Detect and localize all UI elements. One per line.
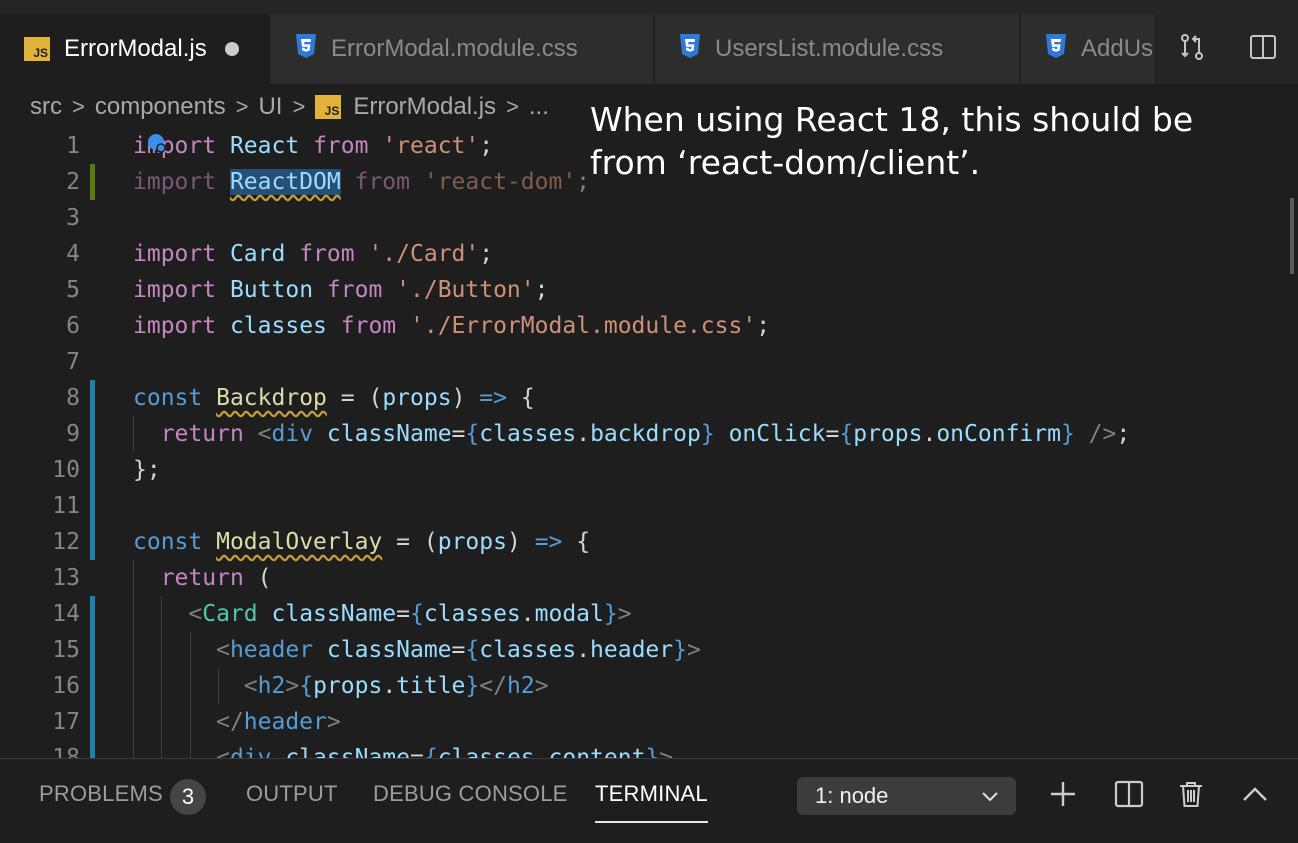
annotation-note: When using React 18, this should be from… — [590, 98, 1270, 184]
chevron-right-icon: > — [292, 94, 306, 119]
code-editor[interactable]: 1 import React from 'react'; 2 import Re… — [0, 128, 1298, 758]
code-line: 7 — [0, 344, 1298, 380]
scrollbar-thumb[interactable] — [1290, 198, 1294, 274]
code-line: 5 import Button from './Button'; — [0, 272, 1298, 308]
code-line: 3 — [0, 200, 1298, 236]
code-line: 9 return <div className={classes.backdro… — [0, 416, 1298, 452]
split-terminal-icon[interactable] — [1114, 779, 1144, 814]
code-line: 14 <Card className={classes.modal}> — [0, 596, 1298, 632]
breadcrumb-ellipsis[interactable]: ... — [529, 93, 549, 121]
problems-count-badge: 3 — [170, 779, 206, 815]
unsaved-dot-icon[interactable] — [224, 42, 239, 56]
line-number: 14 — [52, 601, 80, 627]
code-line: 13 return ( — [0, 560, 1298, 596]
line-number: 9 — [66, 421, 80, 447]
breadcrumb-ui[interactable]: UI — [258, 93, 282, 121]
line-number: 17 — [52, 709, 80, 735]
code-line: 17 </header> — [0, 704, 1298, 740]
css3-icon — [295, 33, 317, 66]
line-number: 2 — [66, 169, 80, 195]
editor-actions — [1156, 14, 1298, 84]
line-number: 18 — [52, 745, 80, 758]
line-number: 16 — [52, 673, 80, 699]
terminal-select[interactable]: 1: node — [797, 777, 1016, 815]
js-file-icon: JS — [24, 37, 50, 61]
tab-output[interactable]: OUTPUT — [246, 781, 338, 807]
open-changes-icon[interactable] — [1178, 33, 1206, 66]
code-line: 11 — [0, 488, 1298, 524]
tab-addus[interactable]: AddUs — [1021, 14, 1156, 84]
line-number: 12 — [52, 529, 80, 555]
code-line: 15 <header className={classes.header}> — [0, 632, 1298, 668]
tab-label: ErrorModal.js — [64, 35, 207, 62]
tab-label: ErrorModal.module.css — [331, 35, 578, 62]
code-line: 8 const Backdrop = (props) => { — [0, 380, 1298, 416]
line-number: 4 — [66, 241, 80, 267]
terminal-select-value: 1: node — [815, 783, 889, 808]
chevron-right-icon: > — [235, 94, 249, 119]
js-file-icon: JS — [315, 95, 342, 119]
chevron-up-icon[interactable] — [1240, 779, 1270, 814]
line-number: 6 — [66, 313, 80, 339]
new-terminal-plus-icon[interactable] — [1048, 779, 1078, 814]
line-number: 7 — [66, 349, 80, 375]
chevron-right-icon: > — [72, 94, 85, 119]
line-number: 15 — [52, 637, 80, 663]
code-line: 16 <h2>{props.title}</h2> — [0, 668, 1298, 704]
tab-label: UsersList.module.css — [715, 35, 944, 62]
breadcrumb-file[interactable]: ErrorModal.js — [353, 93, 496, 121]
line-number: 8 — [66, 385, 80, 411]
tab-errormodal-js[interactable]: JS ErrorModal.js — [0, 14, 270, 84]
tab-terminal[interactable]: TERMINAL — [595, 781, 708, 823]
code-line: 12 const ModalOverlay = (props) => { — [0, 524, 1298, 560]
code-line: 18 <div className={classes.content}> — [0, 740, 1298, 758]
line-number: 13 — [52, 565, 80, 591]
tab-userslist-module-css[interactable]: UsersList.module.css — [655, 14, 1020, 84]
breadcrumb-components[interactable]: components — [95, 93, 226, 121]
code-line: 4 import Card from './Card'; — [0, 236, 1298, 272]
annotation-line-1: When using React 18, this should be — [590, 100, 1194, 139]
editor-tab-bar: JS ErrorModal.js ErrorModal.module.css U… — [0, 0, 1298, 84]
breadcrumb: src > components > UI > JS ErrorModal.js… — [30, 88, 549, 126]
bottom-panel: PROBLEMS 3 OUTPUT DEBUG CONSOLE TERMINAL… — [0, 758, 1298, 843]
chevron-right-icon: > — [506, 94, 519, 119]
line-number: 11 — [52, 493, 80, 519]
css3-icon — [1045, 33, 1067, 66]
annotation-line-2: from ‘react-dom/client’. — [590, 143, 981, 182]
code-line: 10 }; — [0, 452, 1298, 488]
code-line: 6 import classes from './ErrorModal.modu… — [0, 308, 1298, 344]
line-number: 10 — [52, 457, 80, 483]
tab-problems[interactable]: PROBLEMS — [39, 781, 163, 807]
kill-terminal-trash-icon[interactable] — [1176, 779, 1206, 814]
chevron-down-icon — [980, 786, 1000, 812]
split-editor-icon[interactable] — [1249, 33, 1277, 66]
line-number: 5 — [66, 277, 80, 303]
tab-label: AddUs — [1081, 35, 1154, 62]
tab-debug-console[interactable]: DEBUG CONSOLE — [373, 781, 568, 807]
css3-icon — [679, 33, 701, 66]
line-number: 3 — [66, 205, 80, 231]
line-number: 1 — [66, 133, 80, 159]
tab-errormodal-module-css[interactable]: ErrorModal.module.css — [271, 14, 654, 84]
breadcrumb-src[interactable]: src — [30, 93, 62, 121]
